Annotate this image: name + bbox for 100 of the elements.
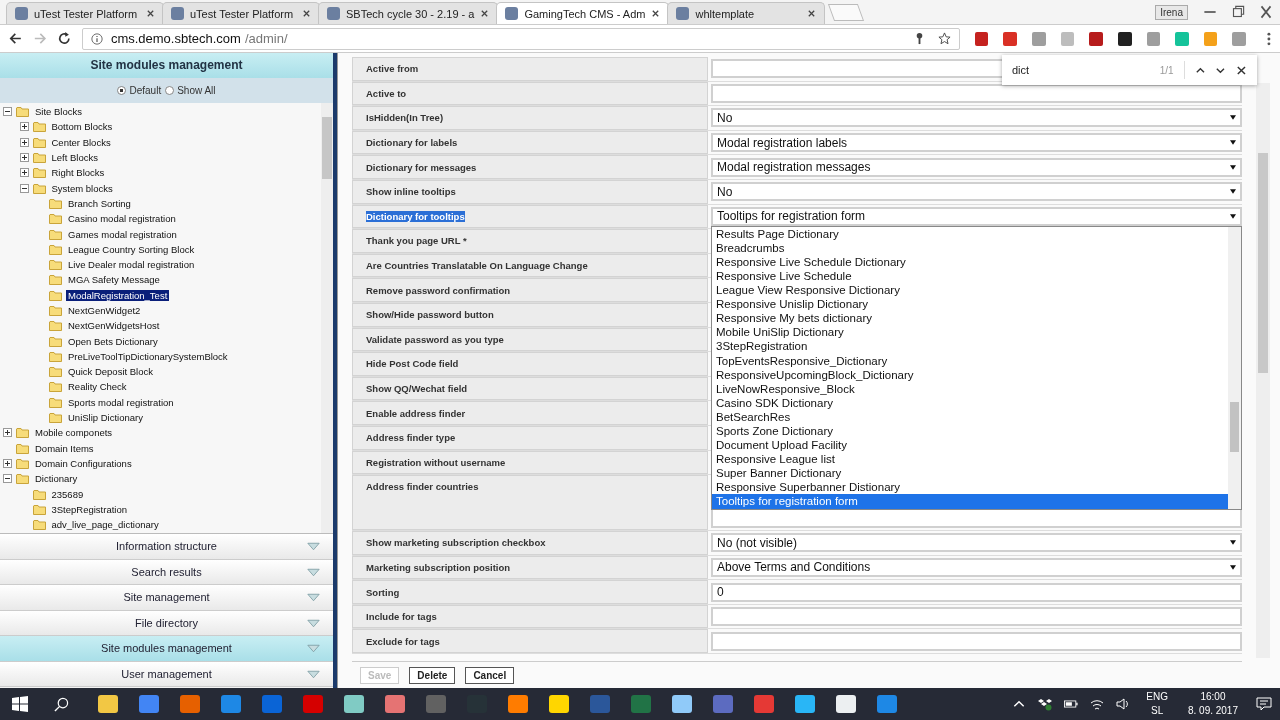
tree-item[interactable]: Casino modal registration: [66, 213, 178, 225]
dropdown-option[interactable]: Sports Zone Dictionary: [712, 424, 1228, 439]
radio-button[interactable]: [165, 86, 175, 95]
radio-label[interactable]: Default: [129, 85, 162, 96]
collapse-toggle-icon[interactable]: [3, 474, 12, 484]
scrollbar-thumb[interactable]: [1230, 401, 1239, 452]
dropdown-option[interactable]: Responsive My bets dictionary: [712, 311, 1228, 326]
browser-tab[interactable]: uTest Tester Platform: [162, 2, 320, 24]
speaker-icon[interactable]: [1116, 697, 1131, 711]
expand-toggle-icon[interactable]: [19, 168, 29, 178]
text-field[interactable]: 0: [711, 582, 1242, 602]
form-button[interactable]: Delete: [409, 666, 456, 684]
dropdown-field[interactable]: No: [711, 108, 1242, 128]
close-icon[interactable]: [807, 9, 817, 18]
tree-item[interactable]: League Country Sorting Block: [66, 243, 197, 255]
tree-item[interactable]: Games modal registration: [66, 228, 179, 240]
tree-item[interactable]: Live Dealer modal registration: [66, 259, 197, 271]
address-bar[interactable]: cms.demo.sbtech.com /admin/: [81, 27, 960, 50]
scrollbar-thumb[interactable]: [322, 117, 332, 179]
close-icon[interactable]: [146, 9, 155, 18]
tree-item[interactable]: Mobile componets: [33, 427, 115, 439]
reload-icon[interactable]: [57, 31, 72, 46]
collapse-toggle-icon[interactable]: [3, 107, 12, 117]
form-button[interactable]: Cancel: [465, 666, 515, 684]
dropdown-field[interactable]: No (not visible): [711, 533, 1242, 553]
dropdown-field[interactable]: Tooltips for registration form: [711, 206, 1242, 226]
dropdown-option[interactable]: Responsive Live Schedule: [712, 268, 1228, 284]
tree-item[interactable]: Domain Items: [33, 442, 96, 454]
radio-button[interactable]: [117, 86, 127, 95]
tree-item[interactable]: 235689: [49, 488, 86, 500]
search-icon[interactable]: [54, 696, 69, 712]
text-field[interactable]: [711, 607, 1242, 627]
browser-tab[interactable]: SBTech cycle 30 - 2.19 - a: [318, 2, 499, 24]
extension-icon[interactable]: [1089, 31, 1103, 46]
expand-toggle-icon[interactable]: [19, 137, 29, 147]
dropdown-field[interactable]: Above Terms and Conditions: [711, 558, 1242, 577]
clock-time[interactable]: 16:00: [1200, 690, 1226, 704]
browser-tab[interactable]: whltemplate: [667, 2, 826, 24]
accordion-header[interactable]: User management: [0, 661, 333, 687]
scrollbar-thumb[interactable]: [1258, 153, 1268, 373]
accordion-header[interactable]: Search results: [0, 559, 333, 585]
expand-toggle-icon[interactable]: [3, 428, 12, 438]
text-field[interactable]: [711, 631, 1242, 651]
text-field[interactable]: [711, 83, 1242, 103]
extension-icon[interactable]: [1117, 31, 1132, 46]
radio-label[interactable]: Show All: [177, 85, 216, 96]
dropdown-option[interactable]: Responsive Superbanner Distionary: [712, 480, 1228, 495]
menu-icon[interactable]: [1266, 30, 1272, 47]
dropdown-field[interactable]: No: [711, 182, 1242, 202]
browser-tab[interactable]: uTest Tester Platform: [6, 2, 164, 24]
tree-item[interactable]: Sports modal registration: [66, 396, 176, 408]
scrollbar[interactable]: [1228, 226, 1241, 509]
tree-item[interactable]: adv_live_page_dictionary: [49, 519, 161, 531]
dropdown-option[interactable]: Super Banner Dictionary: [712, 466, 1228, 481]
dropdown-option[interactable]: Results Page Dictionary: [712, 226, 1228, 241]
tree-item[interactable]: Open Bets Dictionary: [66, 335, 160, 347]
dropdown-field[interactable]: Modal registration labels: [711, 133, 1242, 153]
scrollbar[interactable]: [321, 103, 333, 533]
expand-toggle-icon[interactable]: [3, 458, 12, 468]
info-icon[interactable]: [90, 32, 103, 45]
tree-item[interactable]: Domain Configurations: [33, 457, 134, 469]
expand-toggle-icon[interactable]: [19, 122, 29, 132]
tree-item[interactable]: Site Blocks: [33, 106, 84, 118]
input-language[interactable]: ENG: [1146, 690, 1168, 704]
dropdown-option[interactable]: 3StepRegistration: [712, 339, 1228, 354]
dropdown-option[interactable]: Responsive League list: [712, 452, 1228, 467]
collapse-toggle-icon[interactable]: [19, 183, 29, 193]
tree-item[interactable]: NextGenWidgetsHost: [66, 320, 162, 332]
dropdown-option[interactable]: Tooltips for registration form: [712, 494, 1228, 509]
close-icon[interactable]: [1236, 64, 1247, 76]
tree-item[interactable]: Right Blocks: [49, 167, 107, 179]
dropdown-option[interactable]: Responsive Live Schedule Dictionary: [712, 254, 1228, 269]
dropdown-option[interactable]: Breadcrumbs: [712, 240, 1228, 255]
accordion-header[interactable]: Site modules management: [0, 636, 333, 662]
dropbox-sync-icon[interactable]: [1038, 697, 1053, 711]
windows-logo-icon[interactable]: [12, 696, 28, 712]
tree-item[interactable]: PreLiveToolTipDictionarySystemBlock: [66, 350, 230, 362]
tree-item[interactable]: Center Blocks: [49, 136, 113, 148]
accordion-header[interactable]: File directory: [0, 610, 333, 636]
close-icon[interactable]: [302, 9, 311, 18]
dropdown-option[interactable]: LiveNowResponsive_Block: [712, 381, 1228, 396]
tree-item[interactable]: Branch Sorting: [66, 197, 133, 209]
dropdown-option[interactable]: Mobile UniSlip Dictionary: [712, 325, 1228, 340]
tree-item[interactable]: ModalRegistration_Test: [66, 289, 170, 301]
tree-item[interactable]: MGA Safety Message: [66, 274, 162, 286]
dropdown-option[interactable]: Responsive Unislip Dictionary: [712, 297, 1228, 312]
wifi-icon[interactable]: [1090, 697, 1105, 711]
expand-toggle-icon[interactable]: [19, 153, 29, 163]
profile-name[interactable]: Irena: [1155, 4, 1188, 20]
tree-item[interactable]: Reality Check: [66, 381, 129, 393]
tree-item[interactable]: Left Blocks: [49, 152, 100, 164]
star-icon[interactable]: [937, 32, 951, 45]
dropdown-field[interactable]: Modal registration messages: [711, 157, 1242, 177]
notification-icon[interactable]: [1256, 696, 1272, 712]
dropdown-option[interactable]: Document Upload Facility: [712, 438, 1228, 453]
tree-item[interactable]: UniSlip Dictionary: [66, 412, 145, 424]
tree-item[interactable]: Dictionary: [33, 473, 80, 485]
dropdown-option[interactable]: Casino SDK Dictionary: [712, 395, 1228, 410]
tree-item[interactable]: NextGenWidget2: [66, 305, 143, 316]
tree-item[interactable]: System blocks: [49, 182, 115, 194]
